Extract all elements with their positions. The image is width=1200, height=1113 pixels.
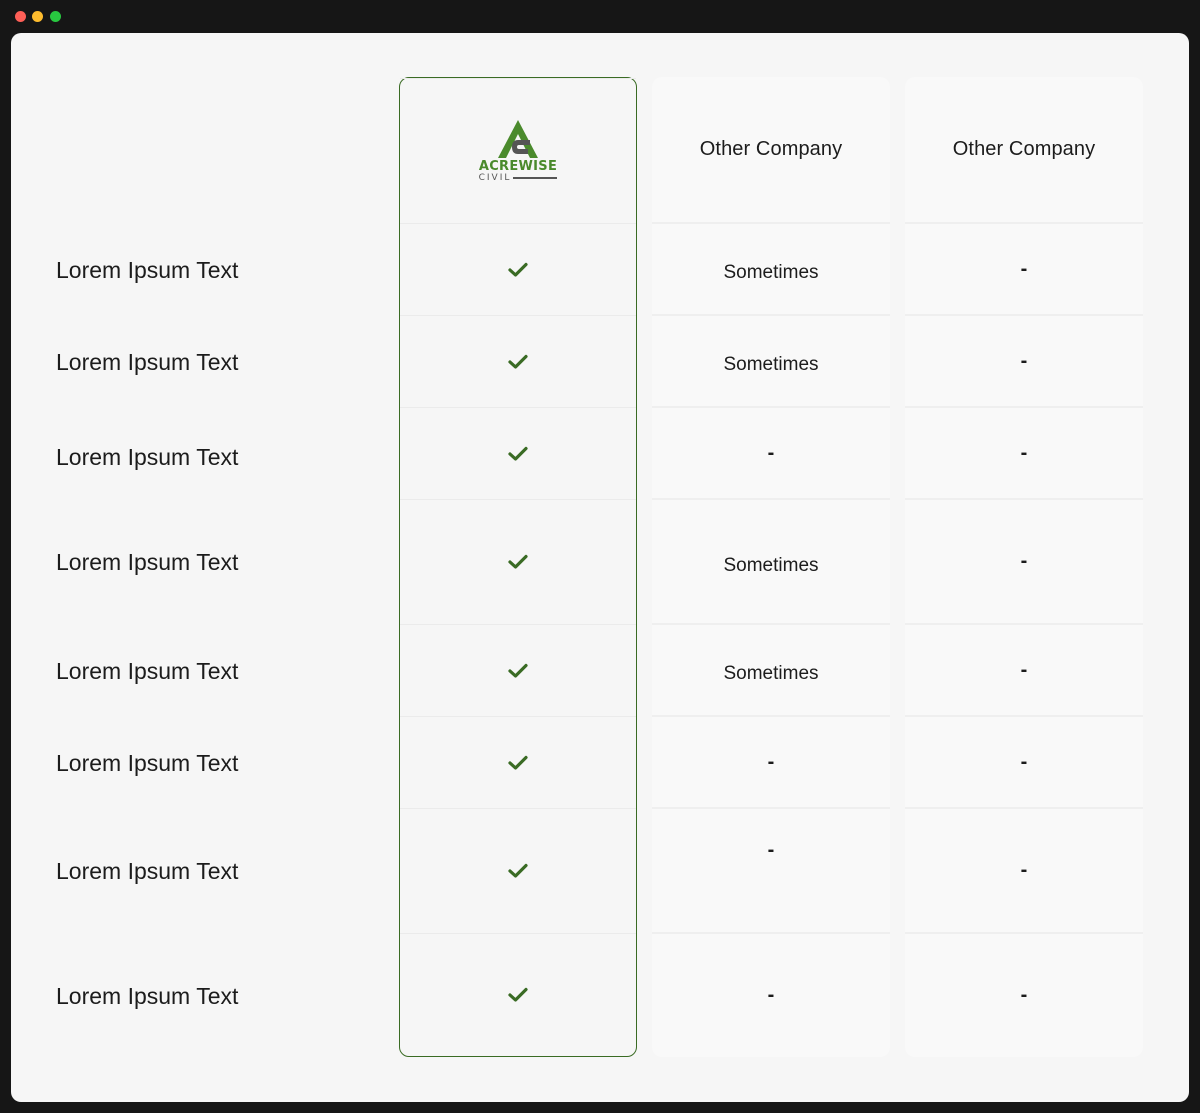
check-icon [508,863,528,879]
minimize-window-button[interactable] [32,11,43,22]
cell-value: Sometimes [723,663,819,684]
cell-value: Sometimes [723,262,819,283]
cell-value: - [1020,349,1028,372]
cell-value: - [1020,859,1028,881]
cell-value: - [1020,550,1028,572]
check-icon [508,262,528,278]
brand-cell [400,315,636,407]
column-header: Other Company [699,138,843,160]
cell-value: - [1020,658,1028,681]
brand-cell [400,499,636,624]
table-cell: - [905,406,1143,498]
check-icon [508,755,528,771]
table-cell: - [652,715,890,807]
table-cell: - [652,807,890,932]
row-label: Lorem Ipsum Text [56,983,239,1009]
column-header: Other Company [952,138,1096,160]
row-label: Lorem Ipsum Text [56,349,239,375]
brand-cell [400,716,636,808]
row-label: Lorem Ipsum Text [56,658,239,684]
table-cell: - [905,623,1143,715]
row-label: Lorem Ipsum Text [56,257,239,283]
table-cell: - [905,222,1143,314]
cell-value: Sometimes [723,354,819,375]
table-cell: - [652,932,890,1057]
check-icon [508,354,528,370]
brand-column: ACREWISE CIVIL [399,77,637,1057]
check-icon [508,446,528,462]
brand-cell [400,407,636,499]
cell-value: - [1020,441,1028,464]
column-header-cell: Other Company [905,77,1143,222]
brand-header-cell: ACREWISE CIVIL [400,78,636,223]
row-label: Lorem Ipsum Text [56,549,239,575]
cell-value: - [767,750,775,773]
brand-cell [400,933,636,1055]
brand-cell [400,808,636,933]
table-cell: Sometimes [652,623,890,715]
check-icon [508,987,528,1003]
check-icon [508,663,528,679]
row-label: Lorem Ipsum Text [56,750,239,776]
cell-value: - [1020,750,1028,773]
cell-value: - [767,441,775,464]
cell-value: Sometimes [723,554,819,576]
table-cell: - [905,715,1143,807]
brand-cell [400,223,636,315]
comparison-table-window: Lorem Ipsum Text Lorem Ipsum Text Lorem … [11,33,1189,1102]
table-cell: - [905,932,1143,1057]
check-icon [508,554,528,570]
table-cell: - [905,807,1143,932]
table-cell: Sometimes [652,314,890,406]
logo-underline [513,177,558,179]
other-company-column-1: Other Company Sometimes Sometimes - Some… [652,77,890,1057]
row-label: Lorem Ipsum Text [56,444,239,470]
cell-value: - [767,984,775,1006]
table-cell: Sometimes [652,222,890,314]
table-cell: Sometimes [652,498,890,623]
table-cell: - [905,498,1143,623]
row-label: Lorem Ipsum Text [56,858,239,884]
maximize-window-button[interactable] [50,11,61,22]
brand-cell [400,624,636,716]
cell-value: - [1020,257,1028,280]
cell-value: - [767,839,775,861]
brand-logo: ACREWISE CIVIL [478,119,558,183]
close-window-button[interactable] [15,11,26,22]
brand-logo-name: ACREWISE [478,158,558,174]
table-cell: - [905,314,1143,406]
brand-logo-subtitle: CIVIL [478,172,512,183]
other-company-column-2: Other Company - - - - - - - - [905,77,1143,1057]
window-titlebar [0,0,1200,33]
acrewise-logo-icon [497,119,538,158]
column-header-cell: Other Company [652,77,890,222]
table-cell: - [652,406,890,498]
cell-value: - [1020,984,1028,1006]
